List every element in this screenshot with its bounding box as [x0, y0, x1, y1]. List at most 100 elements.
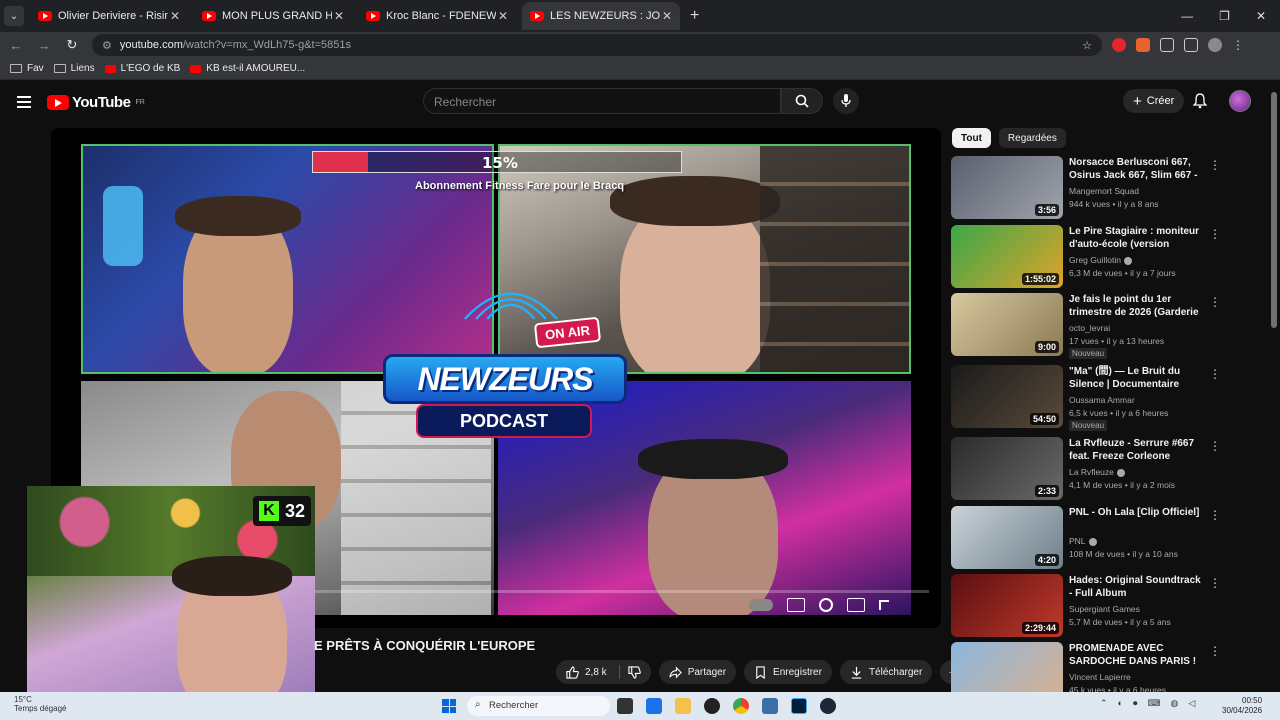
- search-button[interactable]: [781, 88, 823, 114]
- recommendation-item[interactable]: 4:20 PNL - Oh Lala [Clip Officiel] PNL 108 …: [951, 506, 1221, 570]
- close-tab-icon[interactable]: ✕: [170, 9, 180, 23]
- autoplay-toggle-icon[interactable]: [749, 599, 773, 611]
- bookmark-liens[interactable]: Liens: [53, 63, 95, 74]
- recommendation-channel[interactable]: Mangemort Squad: [1069, 186, 1139, 196]
- save-button[interactable]: Enregistrer: [744, 660, 832, 684]
- download-button[interactable]: Télécharger: [839, 660, 933, 684]
- maximize-icon[interactable]: ❐: [1219, 9, 1230, 23]
- minimize-icon[interactable]: —: [1181, 9, 1193, 23]
- settings-gear-icon[interactable]: [819, 598, 833, 612]
- bookmark-ego-kb[interactable]: L'EGO de KB: [104, 63, 180, 74]
- close-tab-icon[interactable]: ✕: [498, 9, 508, 23]
- chrome-icon[interactable]: [733, 698, 749, 714]
- more-options-icon[interactable]: ⋮: [1209, 295, 1221, 309]
- more-options-icon[interactable]: ⋮: [1209, 508, 1221, 522]
- recommendation-thumbnail[interactable]: 4:20: [951, 506, 1063, 569]
- search-input[interactable]: Rechercher: [423, 88, 781, 114]
- chip-watched[interactable]: Regardées: [998, 128, 1066, 148]
- more-options-icon[interactable]: ⋮: [1209, 439, 1221, 453]
- tray-keyboard-icon[interactable]: ⌨: [1148, 698, 1161, 709]
- bookmark-fav[interactable]: Fav: [10, 63, 44, 74]
- more-options-icon[interactable]: ⋮: [1209, 227, 1221, 241]
- tray-network-icon[interactable]: ◍: [1171, 698, 1179, 709]
- reload-icon[interactable]: ↻: [60, 37, 84, 53]
- url-field[interactable]: ⚙ youtube.com/watch?v=mx_WdLh75-g&t=5851…: [92, 34, 1102, 56]
- share-button[interactable]: Partager: [658, 660, 737, 684]
- extension-orange-icon[interactable]: [1136, 38, 1150, 52]
- recommendation-thumbnail[interactable]: 2:29:44: [951, 574, 1063, 637]
- recommendation-thumbnail[interactable]: 9:00: [951, 293, 1063, 356]
- recommendation-channel[interactable]: La Rvfleuze: [1069, 467, 1125, 477]
- recommendation-channel[interactable]: octo_levrai: [1069, 323, 1110, 333]
- chip-all[interactable]: Tout: [952, 128, 991, 148]
- recommendation-title[interactable]: Le Pire Stagiaire : moniteur d'auto-écol…: [1069, 225, 1205, 252]
- recommendation-channel[interactable]: Supergiant Games: [1069, 604, 1140, 614]
- recommendation-channel[interactable]: Greg Guillotin: [1069, 255, 1132, 265]
- vpn-icon[interactable]: [646, 698, 662, 714]
- windows-start-icon[interactable]: [442, 699, 456, 713]
- browser-menu-icon[interactable]: ⋮: [1232, 38, 1246, 52]
- obs-icon[interactable]: [704, 698, 720, 714]
- close-window-icon[interactable]: ✕: [1256, 9, 1266, 23]
- recommendation-channel[interactable]: Oussama Ammar: [1069, 395, 1135, 405]
- more-options-icon[interactable]: ⋮: [1209, 644, 1221, 658]
- recommendation-item[interactable]: 9:00 Je fais le point du 1er trimestre de…: [951, 293, 1221, 359]
- extension-red-icon[interactable]: [1112, 38, 1126, 52]
- recommendation-item[interactable]: 2:29:44 Hades: Original Soundtrack - Full…: [951, 574, 1221, 638]
- close-tab-icon[interactable]: ✕: [334, 9, 344, 23]
- browser-tab[interactable]: MON PLUS GRAND HATER SE F✕: [194, 2, 352, 30]
- create-button[interactable]: + Créer: [1123, 89, 1185, 113]
- more-options-icon[interactable]: ⋮: [1209, 576, 1221, 590]
- recommendation-thumbnail[interactable]: 1:55:02: [951, 225, 1063, 288]
- weather-widget[interactable]: 15°C Temps dégagé: [14, 695, 66, 713]
- profile-icon[interactable]: [1208, 38, 1222, 52]
- voice-search-button[interactable]: [833, 88, 859, 114]
- recommendation-title[interactable]: "Ma" (間) — Le Bruit du Silence | Documen…: [1069, 365, 1205, 392]
- recommendation-title[interactable]: PNL - Oh Lala [Clip Officiel]: [1069, 506, 1205, 519]
- tab-search-button[interactable]: ⌄: [4, 6, 24, 26]
- more-options-icon[interactable]: ⋮: [1209, 367, 1221, 381]
- like-button[interactable]: 2,8 k: [556, 660, 651, 684]
- fullscreen-icon[interactable]: [879, 600, 889, 610]
- miniplayer-icon[interactable]: [847, 598, 865, 612]
- new-tab-button[interactable]: +: [690, 7, 699, 25]
- recommendation-title[interactable]: La Rvfleuze - Serrure #667 feat. Freeze …: [1069, 437, 1205, 463]
- youtube-logo[interactable]: YouTube FR: [47, 94, 145, 111]
- recommendation-thumbnail[interactable]: 3:56: [951, 156, 1063, 219]
- browser-tab[interactable]: LES NEWZEURS : JORDAN ET S✕: [522, 2, 680, 30]
- browser-tab[interactable]: Kroc Blanc - FDENEWS - YouTu✕: [358, 2, 516, 30]
- media-controls-icon[interactable]: [1184, 38, 1198, 52]
- page-scrollbar[interactable]: [1271, 92, 1277, 328]
- tray-chevron-icon[interactable]: ⌃: [1100, 698, 1108, 709]
- bookmark-star-icon[interactable]: ☆: [1082, 39, 1092, 52]
- recommendation-title[interactable]: Hades: Original Soundtrack - Full Album: [1069, 574, 1205, 600]
- recommendation-thumbnail[interactable]: 2:33: [951, 437, 1063, 500]
- tray-app-icon[interactable]: ◐: [1118, 698, 1123, 709]
- back-icon[interactable]: ←: [4, 38, 28, 53]
- recommendation-title[interactable]: Norsacce Berlusconi 667, Osirus Jack 667…: [1069, 156, 1205, 183]
- taskbar-clock[interactable]: 00:50 30/04/2026: [1222, 696, 1262, 716]
- recommendation-item[interactable]: 54:50 "Ma" (間) — Le Bruit du Silence | Do…: [951, 365, 1221, 431]
- file-explorer-icon[interactable]: [675, 698, 691, 714]
- notifications-icon[interactable]: [1192, 93, 1208, 114]
- browser-tab[interactable]: Olivier Deriviere - Rising Up | St✕: [30, 2, 188, 30]
- taskbar-search-input[interactable]: ⌕ Rechercher: [467, 696, 610, 716]
- app-icon[interactable]: [762, 698, 778, 714]
- recommendation-title[interactable]: Je fais le point du 1er trimestre de 202…: [1069, 293, 1205, 320]
- forward-icon[interactable]: →: [32, 38, 56, 53]
- recommendation-item[interactable]: 3:56 Norsacce Berlusconi 667, Osirus Jack…: [951, 156, 1221, 220]
- site-info-icon[interactable]: ⚙: [102, 39, 112, 52]
- more-options-icon[interactable]: ⋮: [1209, 158, 1221, 172]
- task-view-icon[interactable]: [617, 698, 633, 714]
- tray-volume-icon[interactable]: ◁: [1188, 698, 1195, 709]
- menu-icon[interactable]: [17, 96, 31, 108]
- steam-icon[interactable]: [820, 698, 836, 714]
- tray-mic-icon[interactable]: ⏺: [1133, 698, 1138, 709]
- recommendation-thumbnail[interactable]: 54:50: [951, 365, 1063, 428]
- recommendation-channel[interactable]: Vincent Lapierre: [1069, 672, 1131, 682]
- bookmark-kb-amoureux[interactable]: KB est-il AMOUREU...: [190, 63, 305, 74]
- account-avatar[interactable]: [1229, 90, 1251, 112]
- photoshop-icon[interactable]: [791, 698, 807, 714]
- extensions-puzzle-icon[interactable]: [1160, 38, 1174, 52]
- recommendation-item[interactable]: 1:55:02 Le Pire Stagiaire : moniteur d'au…: [951, 225, 1221, 289]
